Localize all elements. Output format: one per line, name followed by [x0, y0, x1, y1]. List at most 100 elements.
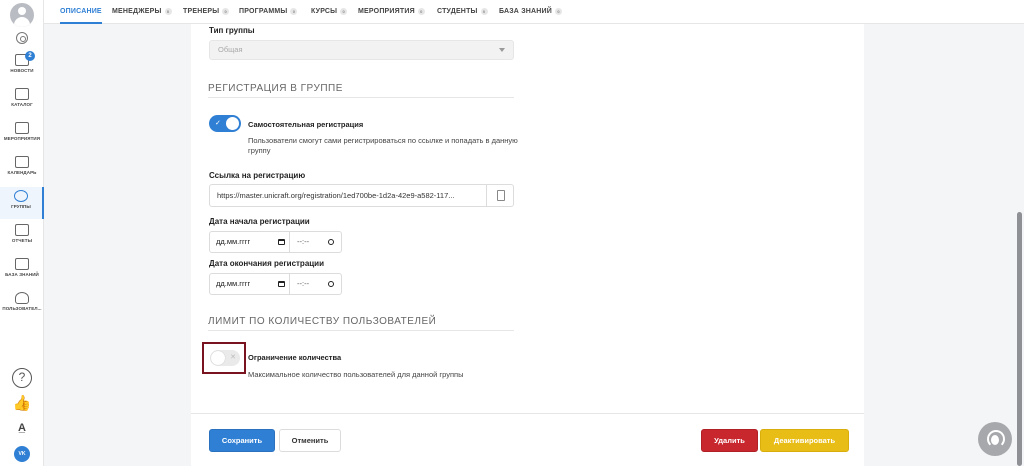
start-date-input[interactable]: дд.мм.гггг [210, 232, 290, 252]
calendar-icon[interactable] [278, 281, 285, 287]
end-date-input[interactable]: дд.мм.гггг [210, 274, 290, 294]
registration-link-value: https://master.unicraft.org/registration… [217, 191, 455, 200]
translate-icon[interactable]: A̲ [12, 418, 32, 438]
group-type-select[interactable]: Общая [209, 40, 514, 60]
knowledge-base-icon [15, 258, 29, 270]
tab-programs[interactable]: ПРОГРАММЫ 0 [239, 0, 298, 24]
tab-description[interactable]: ОПИСАНИЕ [60, 0, 102, 24]
sidebar-item-events[interactable]: МЕРОПРИЯТИЯ [0, 119, 44, 151]
group-type-value: Общая [218, 45, 243, 54]
reports-icon [15, 224, 29, 236]
tab-courses[interactable]: КУРСЫ 0 [311, 0, 348, 24]
self-registration-description: Пользователи смогут сами регистрироватьс… [248, 136, 518, 155]
tab-count: 0 [222, 7, 230, 15]
help-icon[interactable]: ? [12, 368, 32, 388]
date-placeholder: дд.мм.гггг [216, 237, 251, 246]
cancel-button[interactable]: Отменить [279, 429, 341, 452]
delete-button[interactable]: Удалить [701, 429, 758, 452]
limit-description: Максимальное количество пользователей дл… [248, 370, 464, 379]
copy-icon[interactable] [486, 185, 513, 206]
tab-managers[interactable]: МЕНЕДЖЕРЫ 0 [112, 0, 172, 24]
clock-icon[interactable] [328, 239, 334, 245]
tab-count: 0 [290, 7, 298, 15]
sidebar-item-label: МЕРОПРИЯТИЯ [3, 136, 41, 141]
sidebar-item-label: ОТЧЕТЫ [11, 238, 33, 243]
tab-count: 0 [417, 7, 425, 15]
sidebar-item-groups[interactable]: ГРУППЫ [0, 187, 44, 219]
tab-knowledge-base[interactable]: БАЗА ЗНАНИЙ 0 [499, 0, 563, 24]
deactivate-button[interactable]: Деактивировать [760, 429, 849, 452]
tab-label: СТУДЕНТЫ [437, 8, 478, 15]
sidebar-item-news[interactable]: 2 НОВОСТИ [0, 51, 44, 83]
registration-link-field[interactable]: https://master.unicraft.org/registration… [209, 184, 514, 207]
time-placeholder: --:-- [297, 279, 310, 288]
tab-count: 0 [555, 7, 563, 15]
avatar[interactable] [10, 3, 34, 27]
tab-students[interactable]: СТУДЕНТЫ 0 [437, 0, 488, 24]
self-registration-title: Самостоятельная регистрация [248, 120, 364, 129]
support-icon[interactable] [978, 422, 1012, 456]
section-divider [208, 330, 514, 331]
groups-icon [14, 190, 28, 202]
sidebar-item-label: БАЗА ЗНАНИЙ [5, 272, 39, 277]
section-divider [208, 97, 514, 98]
sidebar-item-catalog[interactable]: КАТАЛОГ [0, 85, 44, 117]
limit-toggle-highlight: ✕ [202, 342, 246, 374]
tab-label: ТРЕНЕРЫ [183, 8, 220, 15]
tab-trainers[interactable]: ТРЕНЕРЫ 0 [183, 0, 230, 24]
sidebar-item-reports[interactable]: ОТЧЕТЫ [0, 221, 44, 253]
sidebar-item-label: ГРУППЫ [11, 204, 31, 209]
sidebar-item-label: КАЛЕНДАРЬ [7, 170, 37, 175]
self-registration-toggle[interactable]: ✓ [209, 115, 241, 132]
end-datetime-input: дд.мм.гггг --:-- [209, 273, 342, 295]
events-icon [15, 122, 29, 134]
sidebar-item-label: НОВОСТИ [10, 68, 34, 73]
calendar-icon [15, 156, 29, 168]
start-datetime-input: дд.мм.гггг --:-- [209, 231, 342, 253]
news-badge: 2 [25, 51, 35, 61]
like-icon[interactable]: 👍 [12, 394, 32, 414]
sidebar: 2 НОВОСТИ КАТАЛОГ МЕРОПРИЯТИЯ КАЛЕНДАРЬ … [0, 0, 44, 466]
tab-label: МЕНЕДЖЕРЫ [112, 8, 162, 15]
footer-divider [191, 413, 864, 414]
tab-count: 0 [480, 7, 488, 15]
tab-label: ПРОГРАММЫ [239, 8, 288, 15]
registration-section-title: РЕГИСТРАЦИЯ В ГРУППЕ [208, 83, 343, 94]
limit-section-title: ЛИМИТ ПО КОЛИЧЕСТВУ ПОЛЬЗОВАТЕЛЕЙ [208, 316, 437, 327]
limit-toggle[interactable]: ✕ [210, 350, 240, 366]
group-type-label: Тип группы [209, 26, 255, 35]
sidebar-item-calendar[interactable]: КАЛЕНДАРЬ [0, 153, 44, 185]
check-icon: ✓ [215, 120, 221, 127]
save-button[interactable]: Сохранить [209, 429, 275, 452]
close-icon: ✕ [230, 354, 236, 361]
tab-label: МЕРОПРИЯТИЯ [358, 8, 415, 15]
start-date-label: Дата начала регистрации [209, 217, 310, 226]
sidebar-item-label: КАТАЛОГ [11, 102, 33, 107]
catalog-icon [15, 88, 29, 100]
tab-label: КУРСЫ [311, 8, 338, 15]
date-placeholder: дд.мм.гггг [216, 279, 251, 288]
tab-label: ОПИСАНИЕ [60, 8, 102, 15]
group-form: Тип группы Общая РЕГИСТРАЦИЯ В ГРУППЕ ✓ … [191, 24, 864, 466]
time-placeholder: --:-- [297, 237, 310, 246]
sidebar-item-users[interactable]: ПОЛЬЗОВАТЕЛ... [0, 289, 44, 321]
sidebar-item-label: ПОЛЬЗОВАТЕЛ... [2, 306, 42, 311]
registration-link-label: Ссылка на регистрацию [209, 171, 306, 180]
users-icon [15, 292, 29, 304]
tab-count: 0 [164, 7, 172, 15]
chevron-down-icon [499, 48, 505, 52]
end-date-label: Дата окончания регистрации [209, 259, 325, 268]
limit-title: Ограничение количества [248, 353, 342, 362]
clock-icon[interactable] [328, 281, 334, 287]
calendar-icon[interactable] [278, 239, 285, 245]
tab-bar: ОПИСАНИЕ МЕНЕДЖЕРЫ 0 ТРЕНЕРЫ 0 ПРОГРАММЫ 0 … [44, 0, 1024, 24]
sidebar-item-knowledge-base[interactable]: БАЗА ЗНАНИЙ [0, 255, 44, 287]
tab-label: БАЗА ЗНАНИЙ [499, 8, 553, 15]
settings-icon[interactable] [16, 32, 28, 44]
end-time-input[interactable]: --:-- [291, 274, 342, 294]
tab-count: 0 [340, 7, 348, 15]
start-time-input[interactable]: --:-- [291, 232, 342, 252]
tab-events[interactable]: МЕРОПРИЯТИЯ 0 [358, 0, 425, 24]
scrollbar[interactable] [1017, 212, 1022, 466]
vk-icon[interactable]: VK [14, 446, 30, 462]
